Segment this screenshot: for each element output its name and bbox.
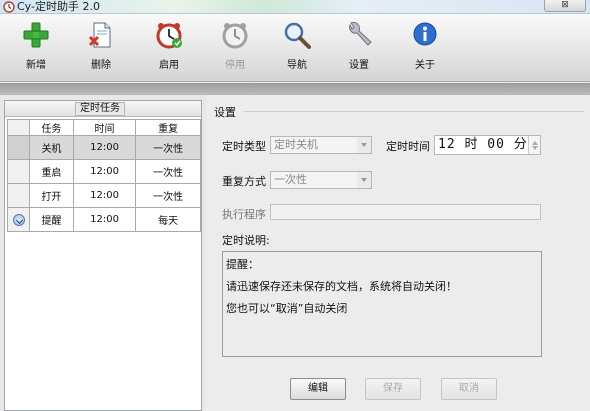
tasks-panel: 定时任务 任务 时间 重复 关机 12:00 一次性 重启 12:00 一次性 … [4, 100, 202, 411]
delete-label: 删除 [91, 60, 111, 71]
add-button[interactable]: 新增 [10, 20, 62, 76]
task-cell: 打开 [29, 183, 74, 208]
wrench-icon [349, 21, 372, 46]
time-cell: 12:00 [72, 183, 137, 208]
settings-divider [244, 111, 584, 112]
about-label: 关于 [415, 60, 435, 71]
cancel-button[interactable]: 取消 [441, 378, 497, 400]
toolbar-divider [0, 83, 590, 95]
timer-time-label: 定时时间 [386, 140, 430, 153]
row-indicator [7, 159, 30, 184]
navigate-button[interactable]: 导航 [271, 20, 323, 76]
repeat-mode-label: 重复方式 [222, 175, 266, 188]
time-cell: 12:00 [72, 159, 137, 184]
tasks-panel-title: 定时任务 [75, 102, 125, 116]
description-textarea[interactable]: 提醒： 请迅速保存还未保存的文档，系统将自动关闭！ 您也可以“取消”自动关闭 [222, 251, 542, 357]
row-indicator-header [7, 119, 30, 136]
column-header-task[interactable]: 任务 [29, 119, 74, 136]
description-line: 您也可以“取消”自动关闭 [226, 302, 348, 315]
row-indicator [7, 135, 30, 160]
task-cell: 关机 [29, 135, 74, 160]
disable-button[interactable]: 停用 [209, 20, 261, 76]
close-icon: ⊠ [561, 0, 569, 10]
timer-time-value: 12 时 00 分 [438, 137, 528, 152]
repeat-cell: 一次性 [135, 159, 201, 184]
delete-button[interactable]: 删除 [75, 20, 127, 76]
task-cell: 重启 [29, 159, 74, 184]
timer-type-select[interactable]: 定时关机 [270, 136, 372, 154]
repeat-cell: 每天 [135, 207, 201, 232]
info-icon [413, 22, 437, 46]
disable-label: 停用 [225, 60, 245, 71]
navigate-label: 导航 [287, 60, 307, 71]
time-cell: 12:00 [72, 207, 137, 232]
description-line: 请迅速保存还未保存的文档，系统将自动关闭！ [226, 280, 457, 293]
magnifier-icon [284, 22, 311, 49]
description-line: 提醒： [226, 258, 259, 271]
repeat-mode-value: 一次性 [274, 173, 307, 186]
settings-button[interactable]: 设置 [333, 20, 385, 76]
repeat-cell: 一次性 [135, 135, 201, 160]
tasks-panel-header: 定时任务 [5, 101, 201, 117]
delete-icon [88, 22, 111, 48]
table-row[interactable]: 提醒 12:00 每天 [7, 207, 201, 232]
timer-type-label: 定时类型 [222, 140, 266, 153]
settings-title: 设置 [214, 106, 236, 119]
tasks-table-header: 任务 时间 重复 [7, 119, 201, 136]
settings-panel: 设置 定时类型 定时关机 定时时间 12 时 00 分 重复方式 一次性 执行程… [206, 95, 590, 411]
chevron-down-icon [357, 137, 371, 153]
current-row-icon [12, 213, 25, 226]
row-indicator [7, 183, 30, 208]
table-row[interactable]: 关机 12:00 一次性 [7, 135, 201, 160]
chevron-down-icon [357, 172, 371, 188]
app-clock-icon [3, 1, 15, 13]
toolbar: 新增 删除 启用 停用 导航 设置 关于 [0, 14, 590, 82]
table-row[interactable]: 打开 12:00 一次性 [7, 183, 201, 208]
program-input[interactable] [270, 204, 541, 220]
row-indicator [7, 207, 30, 232]
edit-button[interactable]: 编辑 [290, 378, 346, 400]
enable-clock-icon [156, 23, 182, 49]
save-button[interactable]: 保存 [365, 378, 421, 400]
repeat-mode-select[interactable]: 一次性 [270, 171, 372, 189]
column-header-time[interactable]: 时间 [72, 119, 137, 136]
add-label: 新增 [26, 60, 46, 71]
enable-label: 启用 [159, 60, 179, 71]
task-cell: 提醒 [29, 207, 74, 232]
title-bar: Cy-定时助手 2.0 ⊠ [0, 0, 590, 14]
table-row[interactable]: 重启 12:00 一次性 [7, 159, 201, 184]
time-spinner[interactable] [528, 136, 540, 154]
program-label: 执行程序 [222, 208, 266, 221]
settings-label: 设置 [349, 60, 369, 71]
timer-type-value: 定时关机 [274, 138, 318, 151]
add-icon [23, 22, 49, 48]
column-header-repeat[interactable]: 重复 [135, 119, 201, 136]
window-close-button[interactable]: ⊠ [544, 0, 586, 12]
timer-time-input[interactable]: 12 时 00 分 [434, 135, 541, 155]
about-button[interactable]: 关于 [399, 20, 451, 76]
disable-clock-icon [222, 23, 248, 49]
repeat-cell: 一次性 [135, 183, 201, 208]
description-label: 定时说明: [222, 234, 270, 247]
tasks-table: 任务 时间 重复 关机 12:00 一次性 重启 12:00 一次性 打开 12… [7, 119, 201, 232]
window-title: Cy-定时助手 2.0 [17, 0, 100, 13]
time-cell: 12:00 [72, 135, 137, 160]
enable-button[interactable]: 启用 [143, 20, 195, 76]
app-window: Cy-定时助手 2.0 ⊠ 新增 删除 启用 停用 导航 设置 关于 定时任务 … [0, 0, 590, 411]
